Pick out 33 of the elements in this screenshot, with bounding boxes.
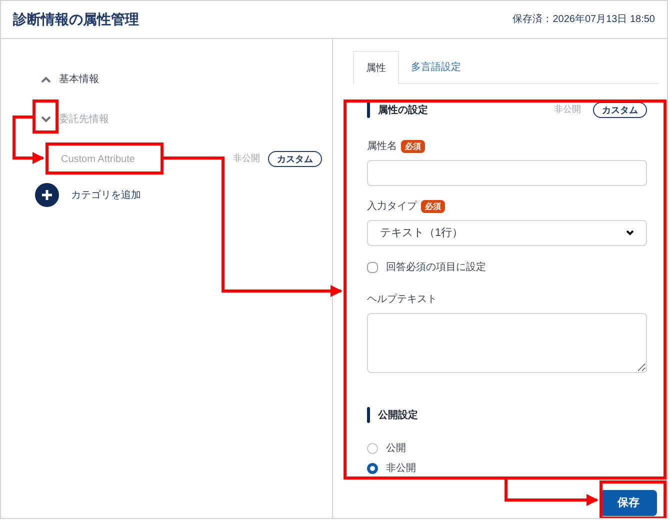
saved-time: 保存済：2026年07月13日 18:50 — [512, 12, 655, 27]
field-label: ヘルプテキスト — [367, 292, 437, 306]
field-label: 入力タイプ — [367, 200, 417, 214]
chevron-icon — [626, 230, 634, 236]
radio-label: 公開 — [386, 442, 406, 456]
status-label: 非公開 — [233, 152, 260, 166]
chevron-icon[interactable] — [41, 116, 51, 122]
custom-badge: カスタム — [268, 151, 322, 167]
radio-button[interactable] — [367, 463, 378, 474]
add-category-button[interactable]: カテゴリを追加 — [35, 183, 141, 207]
category-item[interactable]: 基本情報 — [59, 72, 99, 86]
section-title: 属性の設定 — [378, 103, 429, 118]
highlight-box — [32, 100, 58, 134]
radio-label: 非公開 — [386, 462, 416, 476]
plus-icon — [35, 183, 59, 207]
section-title: 公開設定 — [378, 408, 418, 422]
field-label: 属性名 — [367, 140, 397, 154]
input-field[interactable] — [367, 160, 647, 186]
save-button[interactable]: 保存 — [600, 490, 657, 516]
help-text-field[interactable] — [367, 313, 647, 373]
arrow — [12, 116, 44, 164]
page-title: 診断情報の属性管理 — [13, 10, 139, 29]
select-field[interactable]: テキスト（1行） — [367, 220, 647, 246]
required-badge: 必須 — [401, 140, 425, 152]
checkbox-label: 回答必須の項目に設定 — [386, 260, 486, 275]
chevron-icon[interactable] — [41, 76, 51, 82]
status-label: 非公開 — [554, 103, 581, 116]
required-badge: 必須 — [421, 200, 445, 212]
tab[interactable]: 多言語設定 — [399, 51, 473, 83]
tab[interactable]: 属性 — [353, 51, 399, 84]
checkbox[interactable] — [367, 262, 378, 273]
radio-button[interactable] — [367, 443, 378, 454]
custom-badge: カスタム — [593, 102, 647, 118]
